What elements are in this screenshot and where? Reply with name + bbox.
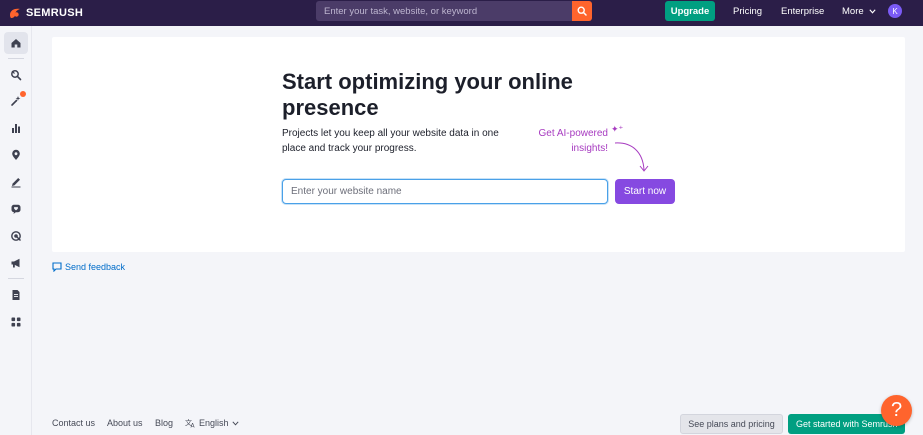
document-icon — [12, 290, 20, 300]
semrush-flame-icon — [10, 8, 20, 18]
send-feedback-label: Send feedback — [65, 262, 126, 272]
footer-blog[interactable]: Blog — [155, 418, 173, 428]
chevron-down-icon — [869, 9, 876, 14]
start-now-button[interactable]: Start now — [615, 179, 675, 204]
sidebar-item-analytics[interactable] — [4, 117, 28, 139]
help-button[interactable]: ? — [881, 395, 912, 426]
apps-grid-icon — [11, 317, 21, 327]
sidebar-divider — [8, 58, 24, 59]
language-label: English — [199, 418, 229, 428]
sidebar-item-local[interactable] — [4, 144, 28, 166]
see-plans-button[interactable]: See plans and pricing — [680, 414, 783, 434]
projects-description: Projects let you keep all your website d… — [282, 128, 499, 154]
sidebar-item-apps[interactable] — [4, 311, 28, 333]
chevron-down-icon — [231, 420, 239, 426]
feedback-chat-icon — [52, 262, 62, 272]
send-feedback-link[interactable]: Send feedback — [52, 262, 125, 272]
sparkle-icon: ✦⁺ — [611, 124, 624, 134]
curved-arrow-icon — [614, 142, 649, 172]
nav-more-label: More — [842, 6, 864, 17]
target-icon — [11, 231, 21, 241]
seo-icon — [11, 70, 22, 81]
sidebar-item-home[interactable] — [4, 32, 28, 54]
footer-contact-us[interactable]: Contact us — [52, 418, 95, 428]
upgrade-button[interactable]: Upgrade — [665, 1, 715, 21]
search-icon — [577, 6, 587, 16]
content-pen-icon — [11, 178, 21, 188]
nav-more-menu[interactable]: More — [842, 6, 876, 17]
nav-pricing[interactable]: Pricing — [733, 6, 762, 17]
chart-icon — [12, 124, 20, 133]
search-button[interactable] — [572, 1, 592, 21]
sidebar-item-advertising[interactable] — [4, 225, 28, 247]
sidebar-divider — [8, 278, 24, 279]
sidebar-item-reports[interactable] — [4, 284, 28, 306]
social-heart-icon — [11, 204, 21, 214]
left-sidebar — [0, 26, 32, 435]
footer-about-us[interactable]: About us — [107, 418, 143, 428]
language-selector[interactable]: 文 A English — [185, 418, 239, 428]
ai-insights-note: Get AI-powered insights! — [538, 128, 608, 154]
megaphone-icon — [11, 258, 20, 268]
notification-dot — [20, 91, 26, 97]
semrush-logo[interactable]: SEMRUSH — [8, 5, 83, 21]
sidebar-item-marketing[interactable] — [4, 252, 28, 274]
sidebar-item-content[interactable] — [4, 171, 28, 193]
user-avatar[interactable]: K — [888, 4, 902, 18]
sidebar-item-ai[interactable] — [4, 90, 28, 112]
top-bar: SEMRUSH Upgrade Pricing Enterprise More … — [0, 0, 923, 26]
page-title: Start optimizing your online presence — [282, 69, 573, 120]
website-name-input[interactable] — [282, 179, 608, 204]
global-search — [316, 1, 592, 21]
sidebar-item-social[interactable] — [4, 198, 28, 220]
brand-name: SEMRUSH — [26, 7, 84, 19]
home-icon — [11, 39, 21, 48]
sidebar-item-seo[interactable] — [4, 64, 28, 86]
ai-sparkle-icon — [11, 96, 21, 106]
svg-text:A: A — [191, 423, 196, 429]
global-search-input[interactable] — [316, 1, 572, 21]
nav-enterprise[interactable]: Enterprise — [781, 6, 824, 17]
translate-icon: 文 A — [185, 418, 196, 428]
location-pin-icon — [12, 149, 20, 160]
